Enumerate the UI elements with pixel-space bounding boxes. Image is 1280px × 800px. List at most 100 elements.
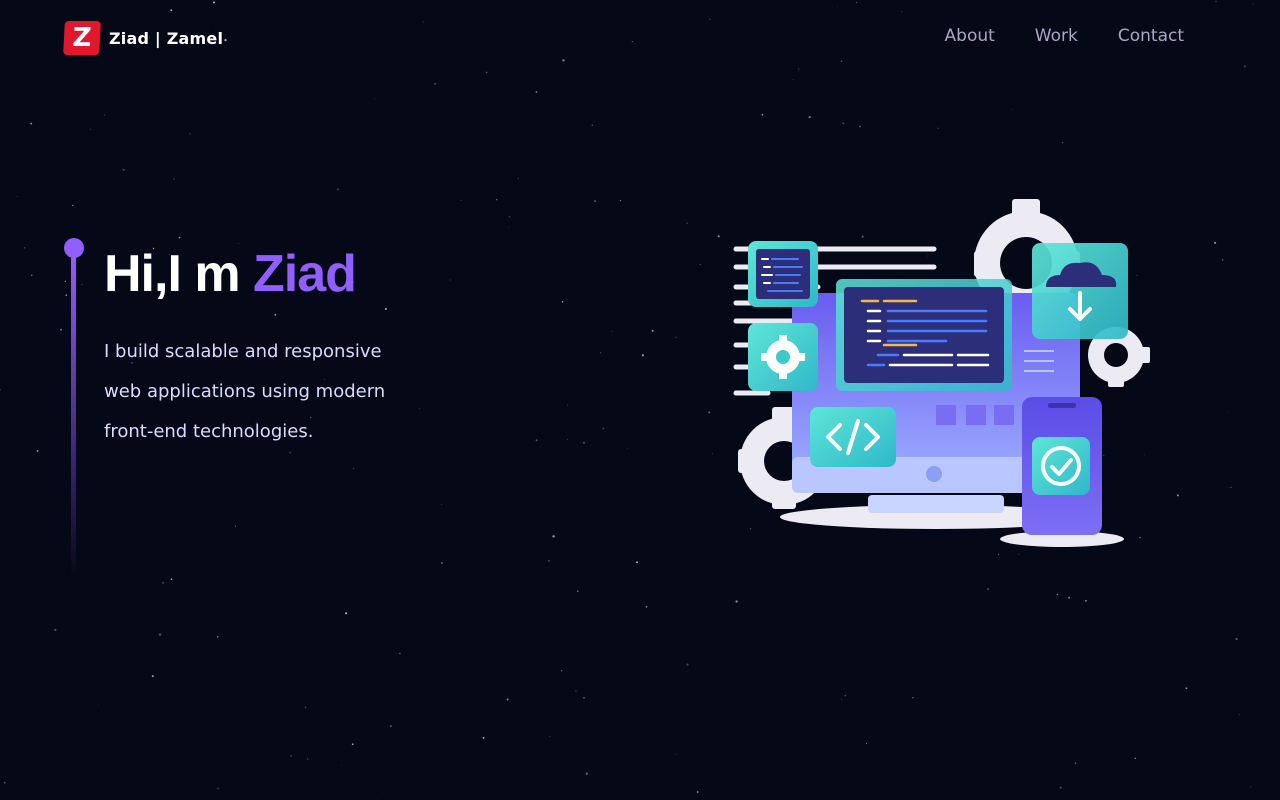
star [496,199,498,201]
navbar: Z Ziad | Zamel About Work Contact [0,0,1280,76]
star [808,115,811,119]
star [60,328,62,331]
star [304,706,307,709]
star [482,736,485,739]
star [599,352,602,354]
star [987,588,990,591]
settings-card-icon [748,323,818,391]
star [216,635,219,638]
star [577,590,579,592]
nav-link-contact[interactable]: Contact [1118,26,1184,46]
star [535,439,538,442]
star [1214,241,1217,244]
star [1059,786,1062,789]
nav-link-about[interactable]: About [945,26,995,46]
star [1235,637,1238,641]
nav-link-work[interactable]: Work [1035,26,1078,46]
star [16,195,18,197]
star [30,274,33,277]
star [675,336,677,338]
star [508,215,511,218]
star [217,787,219,790]
star [865,743,867,744]
star [549,736,551,737]
star [1068,596,1071,599]
star [591,124,594,127]
star [602,427,605,430]
star [842,122,845,125]
star [535,91,538,93]
hero-timeline [64,238,84,578]
star [561,301,564,303]
star [274,313,277,316]
star [353,467,355,469]
star [30,122,33,125]
star [234,525,236,527]
star [1134,757,1136,760]
star [189,133,191,135]
brand-link[interactable]: Z Ziad | Zamel [63,21,224,55]
star [675,754,677,755]
star [460,199,462,202]
star [1221,259,1224,261]
star [23,246,26,249]
hero-subtext-line: web applications using modern [104,381,386,402]
code-tag-icon [810,407,896,467]
star [384,307,388,311]
star [859,125,861,128]
star [3,781,6,784]
star [686,222,688,224]
hero-heading: Hi,I m Ziad [104,244,357,304]
star [641,354,644,357]
star [582,441,586,444]
document-card-icon [748,241,818,307]
star [0,388,1,391]
star [1185,687,1188,690]
star [517,177,519,180]
star [937,127,939,129]
hero-name: Ziad [253,245,357,303]
star [71,204,74,207]
star [158,633,162,636]
star [696,791,699,793]
star [54,628,57,632]
star [508,226,510,228]
star [98,704,100,706]
hero-subtext-line: front-end technologies. [104,421,314,442]
star [307,758,309,760]
star [1227,411,1229,412]
star [711,453,713,455]
star [575,690,577,692]
star [651,329,654,332]
star [151,675,154,678]
star [583,696,585,699]
cloud-download-icon [1032,243,1128,339]
star [1250,786,1252,788]
star [566,439,568,440]
star [635,561,639,564]
star [449,279,451,281]
star [594,200,597,203]
star [1011,108,1013,110]
star [619,199,622,202]
timeline-line [71,256,76,578]
star [552,535,555,538]
star [341,764,342,766]
star [345,612,348,615]
star [844,695,846,697]
star [399,652,401,655]
star [441,504,443,505]
star [560,669,563,672]
star [290,755,292,757]
star [104,114,106,116]
star [1230,486,1232,488]
star [351,743,354,746]
star [547,559,550,562]
star [761,113,764,116]
star [89,128,91,130]
code-window-icon [836,279,1012,391]
brand-name: Ziad | Zamel [109,28,224,48]
star [627,448,629,449]
star [699,263,701,265]
star [1238,714,1240,716]
